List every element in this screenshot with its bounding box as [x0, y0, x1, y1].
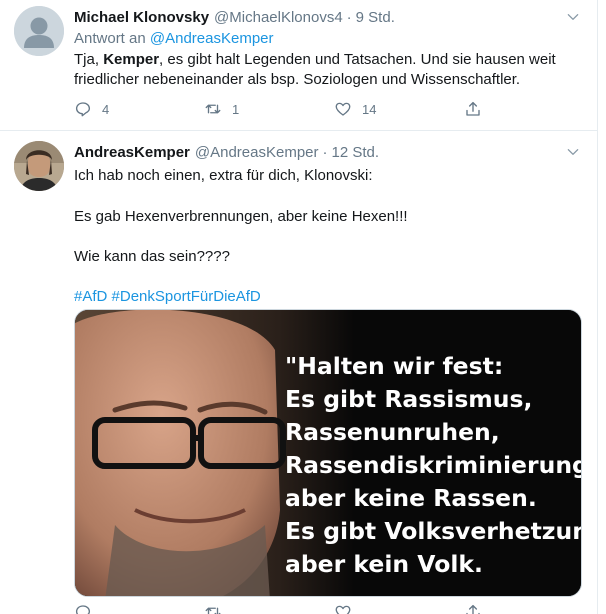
- tweet-text-start: Tja,: [74, 51, 104, 68]
- tweet-content: AndreasKemper @AndreasKemper · 12 Std. I…: [74, 143, 584, 307]
- tweet[interactable]: Michael Klonovsky @MichaelKlonovs4 · 9 S…: [0, 0, 597, 131]
- hashtags: #AfD #DenkSportFürDieAfD: [74, 287, 584, 307]
- chevron-down-icon[interactable]: [566, 10, 580, 24]
- quote-line: aber kein Volk.: [285, 550, 483, 578]
- tweet-text-line: Ich hab noch einen, extra für dich, Klon…: [74, 167, 373, 184]
- avatar[interactable]: [14, 141, 64, 191]
- tweet-content: Michael Klonovsky @MichaelKlonovs4 · 9 S…: [74, 8, 584, 90]
- retweet-icon: [205, 104, 221, 114]
- reply-button[interactable]: 4: [74, 100, 204, 118]
- separator: ·: [346, 9, 352, 26]
- quote-line: aber keine Rassen.: [285, 484, 537, 512]
- retweet-icon: [205, 607, 221, 614]
- user-handle[interactable]: @AndreasKemper: [195, 143, 319, 163]
- tweet-text: Tja, Kemper, es gibt halt Legenden und T…: [74, 50, 584, 90]
- reply-context: Antwort an @AndreasKemper: [74, 29, 584, 49]
- tweet-text-line: Es gab Hexenverbrennungen, aber keine He…: [74, 208, 408, 225]
- tweet[interactable]: AndreasKemper @AndreasKemper · 12 Std. I…: [0, 131, 597, 614]
- reply-count: 4: [102, 101, 110, 117]
- share-button[interactable]: [464, 603, 594, 614]
- tweet-text-bold: Kemper: [103, 51, 160, 68]
- display-name[interactable]: Michael Klonovsky: [74, 8, 209, 28]
- reply-icon: [75, 102, 91, 117]
- hashtag-link[interactable]: #AfD: [74, 288, 107, 305]
- quote-line: Rassendiskriminierung –: [285, 451, 582, 479]
- display-name[interactable]: AndreasKemper: [74, 143, 190, 163]
- quote-line: Rassenunruhen,: [285, 418, 500, 446]
- reply-button[interactable]: [74, 603, 204, 614]
- timeline: Michael Klonovsky @MichaelKlonovs4 · 9 S…: [0, 0, 598, 614]
- reply-prefix: Antwort an: [74, 30, 146, 47]
- timestamp[interactable]: 9 Std.: [356, 8, 395, 28]
- tweet-actions: 4 1 14: [74, 100, 594, 118]
- like-button[interactable]: 14: [334, 100, 464, 118]
- retweet-button[interactable]: 1: [204, 100, 334, 118]
- retweet-button[interactable]: [204, 603, 334, 614]
- tweet-text-line: Wie kann das sein????: [74, 248, 230, 265]
- profile-photo: [14, 141, 64, 191]
- quote-line: Es gibt Rassismus,: [285, 385, 533, 413]
- tweet-actions: [74, 603, 594, 614]
- share-icon: [466, 101, 480, 116]
- image-quote-text: "Halten wir fest: Es gibt Rassismus, Ras…: [285, 350, 582, 581]
- like-button[interactable]: [334, 603, 464, 614]
- user-handle[interactable]: @MichaelKlonovs4: [214, 8, 343, 28]
- default-avatar-icon: [14, 6, 64, 56]
- heart-icon: [335, 605, 351, 614]
- quote-line: Es gibt Volksverhetzung,: [285, 517, 582, 545]
- reply-icon: [75, 605, 91, 614]
- tweet-header: Michael Klonovsky @MichaelKlonovs4 · 9 S…: [74, 8, 584, 28]
- tweet-header: AndreasKemper @AndreasKemper · 12 Std.: [74, 143, 584, 163]
- retweet-count: 1: [232, 101, 240, 117]
- like-count: 14: [362, 101, 377, 117]
- share-button[interactable]: [464, 100, 594, 118]
- share-icon: [466, 604, 480, 614]
- tweet-image[interactable]: "Halten wir fest: Es gibt Rassismus, Ras…: [74, 309, 582, 597]
- heart-icon: [335, 102, 351, 116]
- hashtag-link[interactable]: #DenkSportFürDieAfD: [112, 288, 261, 305]
- avatar-default[interactable]: [14, 6, 64, 56]
- quote-line: "Halten wir fest:: [285, 352, 504, 380]
- reply-mention-link[interactable]: @AndreasKemper: [150, 30, 274, 47]
- chevron-down-icon[interactable]: [566, 145, 580, 159]
- separator: ·: [322, 144, 328, 161]
- timestamp[interactable]: 12 Std.: [332, 143, 380, 163]
